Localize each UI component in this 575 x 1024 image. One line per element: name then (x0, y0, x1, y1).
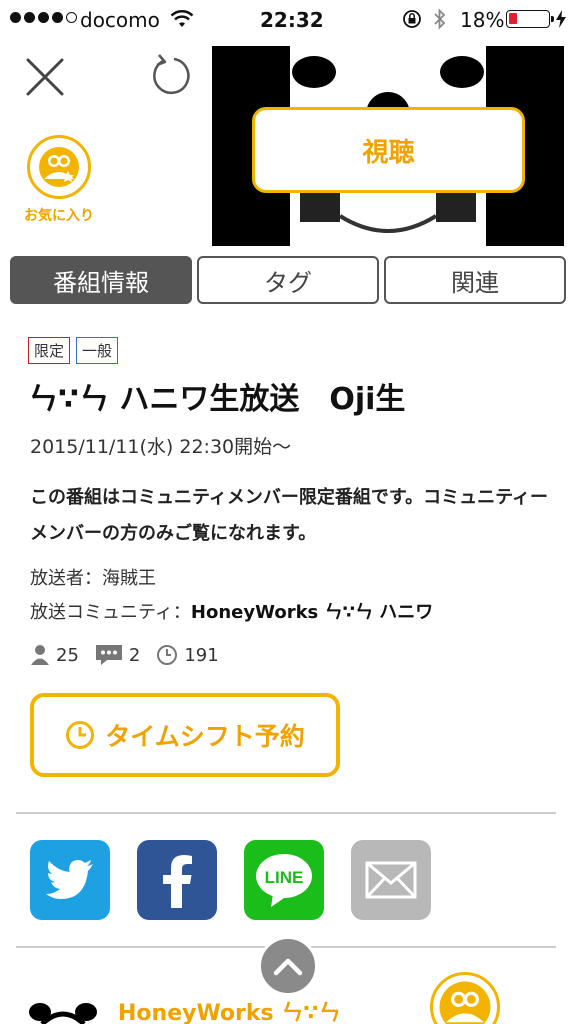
scroll-up-button[interactable] (258, 936, 318, 996)
twitter-share-button[interactable] (30, 840, 110, 920)
program-tags: 限定 一般 (28, 337, 119, 364)
timeshift-button-label: タイムシフト予約 (105, 722, 305, 751)
community-label: 放送コミュニティ： (30, 602, 191, 623)
facebook-icon (163, 855, 192, 908)
viewer-count: 25 (56, 644, 79, 666)
tag-general: 一般 (76, 337, 119, 364)
line-icon-text: LINE (265, 868, 304, 887)
comments-icon (95, 645, 122, 665)
twitter-icon (46, 860, 93, 899)
program-description: この番組はコミュニティメンバー限定番組です。コミュニティーメンバーの方のみご覧に… (30, 487, 549, 544)
program-title: ㄣ∵ㄣ ハニワ生放送 Oji生 (28, 382, 406, 417)
community-avatar (28, 996, 98, 1024)
community-row: 放送コミュニティ：HoneyWorks ㄣ∵ㄣ ハニワ (30, 598, 433, 624)
bluetooth-icon (434, 8, 446, 30)
program-datetime: 2015/11/11(水) 22:30開始〜 (30, 436, 292, 458)
favorite-label: お気に入り (24, 208, 94, 224)
facebook-share-button[interactable] (137, 840, 217, 920)
close-icon[interactable] (22, 54, 68, 100)
app-screen: docomo 22:32 18% お気に入り 視聴 番組情報 タグ 関連 限定 … (0, 0, 575, 1024)
tab-related[interactable]: 関連 (384, 256, 566, 304)
watch-button[interactable]: 視聴 (252, 107, 525, 193)
broadcaster-name[interactable]: 海賊王 (102, 568, 156, 589)
bottom-favorite-button[interactable] (430, 972, 500, 1024)
rotation-lock-icon (403, 10, 421, 28)
viewers-icon (31, 645, 49, 665)
favorite-icon (439, 981, 491, 1024)
chevron-up-icon (273, 958, 303, 976)
carrier-name: docomo (80, 8, 160, 32)
battery-icon (506, 10, 554, 28)
timeshift-count: 191 (184, 644, 219, 666)
mail-icon (365, 861, 417, 899)
broadcaster-label: 放送者： (30, 568, 102, 589)
favorite-button[interactable]: お気に入り (14, 135, 104, 225)
battery-percent: 18% (460, 8, 505, 32)
reload-icon[interactable] (148, 52, 194, 98)
line-icon: LINE (256, 854, 312, 907)
charging-icon (556, 10, 566, 28)
tab-program-info[interactable]: 番組情報 (10, 256, 192, 304)
bottom-community-name[interactable]: HoneyWorks ㄣ∵ㄣ (118, 995, 341, 1024)
comment-count: 2 (128, 644, 141, 666)
status-bar: docomo 22:32 18% (0, 0, 575, 38)
tab-tags[interactable]: タグ (197, 256, 379, 304)
timeshift-reserve-button[interactable]: タイムシフト予約 (30, 693, 340, 777)
timeshift-clock-icon (66, 721, 95, 749)
broadcaster-row: 放送者：海賊王 (30, 564, 156, 590)
wifi-icon (170, 9, 194, 27)
program-stats: 25 2 191 (30, 644, 235, 666)
share-buttons: LINE (30, 840, 431, 920)
tab-bar: 番組情報 タグ 関連 (10, 256, 566, 304)
divider (16, 812, 556, 814)
clock-icon (157, 645, 178, 665)
line-share-button[interactable]: LINE (244, 840, 324, 920)
mail-share-button[interactable] (351, 840, 431, 920)
clock-time: 22:32 (260, 8, 324, 32)
tag-limited: 限定 (28, 337, 71, 364)
signal-strength-icon (10, 12, 77, 23)
community-link[interactable]: HoneyWorks ㄣ∵ㄣ ハニワ (191, 602, 433, 623)
program-details: 限定 一般 ㄣ∵ㄣ ハニワ生放送 Oji生 2015/11/11(水) 22:3… (0, 304, 575, 1024)
favorite-icon (27, 135, 91, 199)
